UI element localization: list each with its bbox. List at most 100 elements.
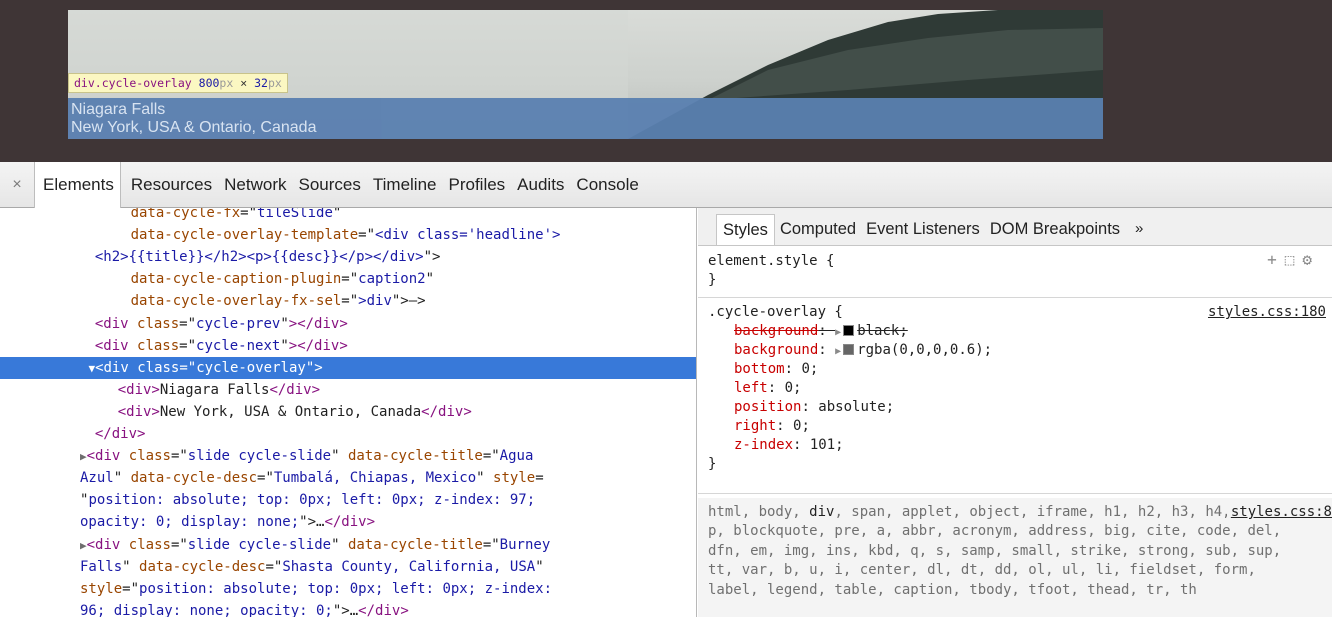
disclosure-triangle-icon[interactable]: ▶ (80, 450, 87, 463)
attribute-name: data-cycle-desc (139, 558, 266, 575)
css-property-name[interactable]: left (734, 380, 768, 396)
dom-tree-line[interactable]: style="position: absolute; top: 0px; lef… (0, 578, 696, 600)
color-swatch[interactable] (843, 325, 855, 336)
sidebar-tab-computed[interactable]: Computed (775, 214, 861, 245)
tab-profiles[interactable]: Profiles (442, 162, 511, 208)
tooltip-width-unit: px (219, 76, 234, 90)
tab-sources[interactable]: Sources (293, 162, 367, 208)
reset-rule-source-link[interactable]: styles.css:8 (1226, 503, 1332, 522)
text (78, 426, 95, 442)
css-declaration[interactable]: left: 0; (734, 379, 801, 398)
text: =" (179, 359, 197, 376)
tab-console[interactable]: Console (570, 162, 644, 208)
color-swatch[interactable] (843, 344, 855, 355)
dom-tree-line[interactable]: data-cycle-caption-plugin="caption2" (0, 268, 696, 290)
text (80, 208, 131, 221)
css-declaration[interactable]: background: ▶ rgba(0,0,0,0.6); (734, 341, 992, 360)
dom-tree-line[interactable]: 96; display: none; opacity: 0;">…</div> (0, 600, 696, 617)
attribute-name: data-cycle-title (347, 536, 483, 553)
attribute-value: tileSlide (257, 208, 333, 221)
element-style-selector: element.style { (708, 253, 835, 269)
reset-rule[interactable]: html, body, div, span, applet, object, i… (698, 498, 1332, 617)
dom-tree-line[interactable]: data-cycle-fx="tileSlide" (0, 208, 696, 224)
attribute-name: class (128, 536, 171, 553)
dom-tree-line[interactable]: <div class="cycle-next"></div> (0, 335, 696, 357)
tab-elements[interactable]: Elements (34, 161, 121, 208)
dom-tree-line[interactable]: Azul" data-cycle-desc="Tumbalá, Chiapas,… (0, 467, 696, 489)
text (80, 271, 131, 287)
sidebar-tab-event-listeners[interactable]: Event Listeners (861, 214, 985, 245)
colon: : (818, 342, 836, 358)
text: " (331, 448, 348, 465)
css-property-value[interactable]: absolute; (818, 399, 894, 415)
dom-tree-line[interactable]: </div> (0, 423, 696, 445)
attribute-name: data-cycle-fx (130, 208, 241, 221)
css-declaration[interactable]: background: ▶ black; (734, 322, 908, 341)
dom-node-selected[interactable]: ▼<div class="cycle-overlay"> (0, 356, 696, 379)
colon: : (776, 418, 794, 434)
tab-timeline[interactable]: Timeline (367, 162, 443, 208)
attribute-value: caption2 (358, 271, 426, 288)
dom-tree-line[interactable]: data-cycle-overlay-fx-sel=">div">—> (0, 290, 696, 312)
text (78, 338, 95, 354)
css-declaration[interactable]: z-index: 101; (734, 436, 844, 455)
tab-audits[interactable]: Audits (511, 162, 570, 208)
attribute-value: slide cycle-slide (187, 448, 332, 465)
tag-name: <div> (117, 403, 160, 420)
close-icon[interactable]: × (0, 176, 34, 194)
css-property-value[interactable]: 0; (793, 418, 810, 434)
sidebar-tab-dom-breakpoints[interactable]: DOM Breakpoints (985, 214, 1125, 245)
tab-resources[interactable]: Resources (125, 162, 218, 208)
css-property-value[interactable]: 0; (801, 361, 818, 377)
dom-tree-line[interactable]: <h2>{{title}}</h2><p>{{desc}}</p></div>"… (0, 246, 696, 268)
tag-name: <div (95, 359, 138, 376)
element-state-icon[interactable]: ⬚ (1285, 250, 1303, 269)
css-property-name[interactable]: z-index (734, 437, 793, 453)
css-property-value[interactable]: black; (857, 323, 908, 339)
dom-tree-line[interactable]: <div>Niagara Falls</div> (0, 379, 696, 401)
css-property-value[interactable]: 0; (785, 380, 802, 396)
overlay-title: Niagara Falls (71, 101, 166, 118)
rule-source-link[interactable]: styles.css:180 (1208, 303, 1326, 322)
css-declaration[interactable]: bottom: 0; (734, 360, 818, 379)
attribute-name: data-cycle-overlay-fx-sel (130, 293, 342, 310)
rule-selector: .cycle-overlay { (708, 304, 843, 320)
text: " (535, 558, 544, 575)
sidebar-tab-styles[interactable]: Styles (716, 214, 775, 245)
css-declaration[interactable]: right: 0; (734, 417, 810, 436)
disclosure-triangle-icon[interactable]: ▶ (80, 539, 87, 552)
gear-icon[interactable]: ⚙ (1302, 250, 1320, 269)
css-property-name[interactable]: right (734, 418, 776, 434)
text: =" (170, 448, 188, 465)
text: " (331, 536, 348, 553)
expand-arrow-icon[interactable]: ▶ (835, 346, 841, 357)
dom-tree-line[interactable]: data-cycle-overlay-template="<div class=… (0, 224, 696, 246)
dom-tree-line[interactable]: Falls" data-cycle-desc="Shasta County, C… (0, 556, 696, 578)
element-dimension-tooltip: div.cycle-overlay 800px × 32px (68, 73, 288, 93)
tab-network[interactable]: Network (218, 162, 292, 208)
expand-arrow-icon[interactable]: ▶ (835, 327, 841, 338)
attribute-value: Agua (499, 448, 534, 465)
more-tabs-icon[interactable]: » (1125, 214, 1143, 245)
attribute-name: style (80, 580, 123, 597)
new-rule-icon[interactable]: + (1267, 250, 1285, 269)
tag-name: ></div> (288, 337, 348, 354)
cycle-overlay-rule[interactable]: .cycle-overlay { styles.css:180 } backgr… (698, 298, 1332, 494)
attribute-value: cycle-overlay (196, 359, 306, 376)
tag-name: </div> (324, 514, 376, 531)
css-property-value[interactable]: 101; (810, 437, 844, 453)
element-style-rule[interactable]: element.style { } +⬚⚙ (698, 246, 1332, 298)
dom-tree-line[interactable]: opacity: 0; display: none;">…</div> (0, 511, 696, 533)
css-declaration[interactable]: position: absolute; (734, 398, 894, 417)
dom-tree-line[interactable]: ▶<div class="slide cycle-slide" data-cyc… (0, 534, 696, 556)
dom-tree-line[interactable]: <div>New York, USA & Ontario, Canada</di… (0, 401, 696, 423)
attribute-name: data-cycle-caption-plugin (130, 271, 342, 288)
dom-tree-line[interactable]: ▶<div class="slide cycle-slide" data-cyc… (0, 445, 696, 467)
css-property-name[interactable]: background (734, 323, 818, 339)
dom-tree-line[interactable]: "position: absolute; top: 0px; left: 0px… (0, 489, 696, 511)
css-property-name[interactable]: background (734, 342, 818, 358)
dom-tree-line[interactable]: <div class="cycle-prev"></div> (0, 313, 696, 335)
css-property-value[interactable]: rgba(0,0,0,0.6); (857, 342, 992, 358)
css-property-name[interactable]: position (734, 399, 801, 415)
css-property-name[interactable]: bottom (734, 361, 785, 377)
